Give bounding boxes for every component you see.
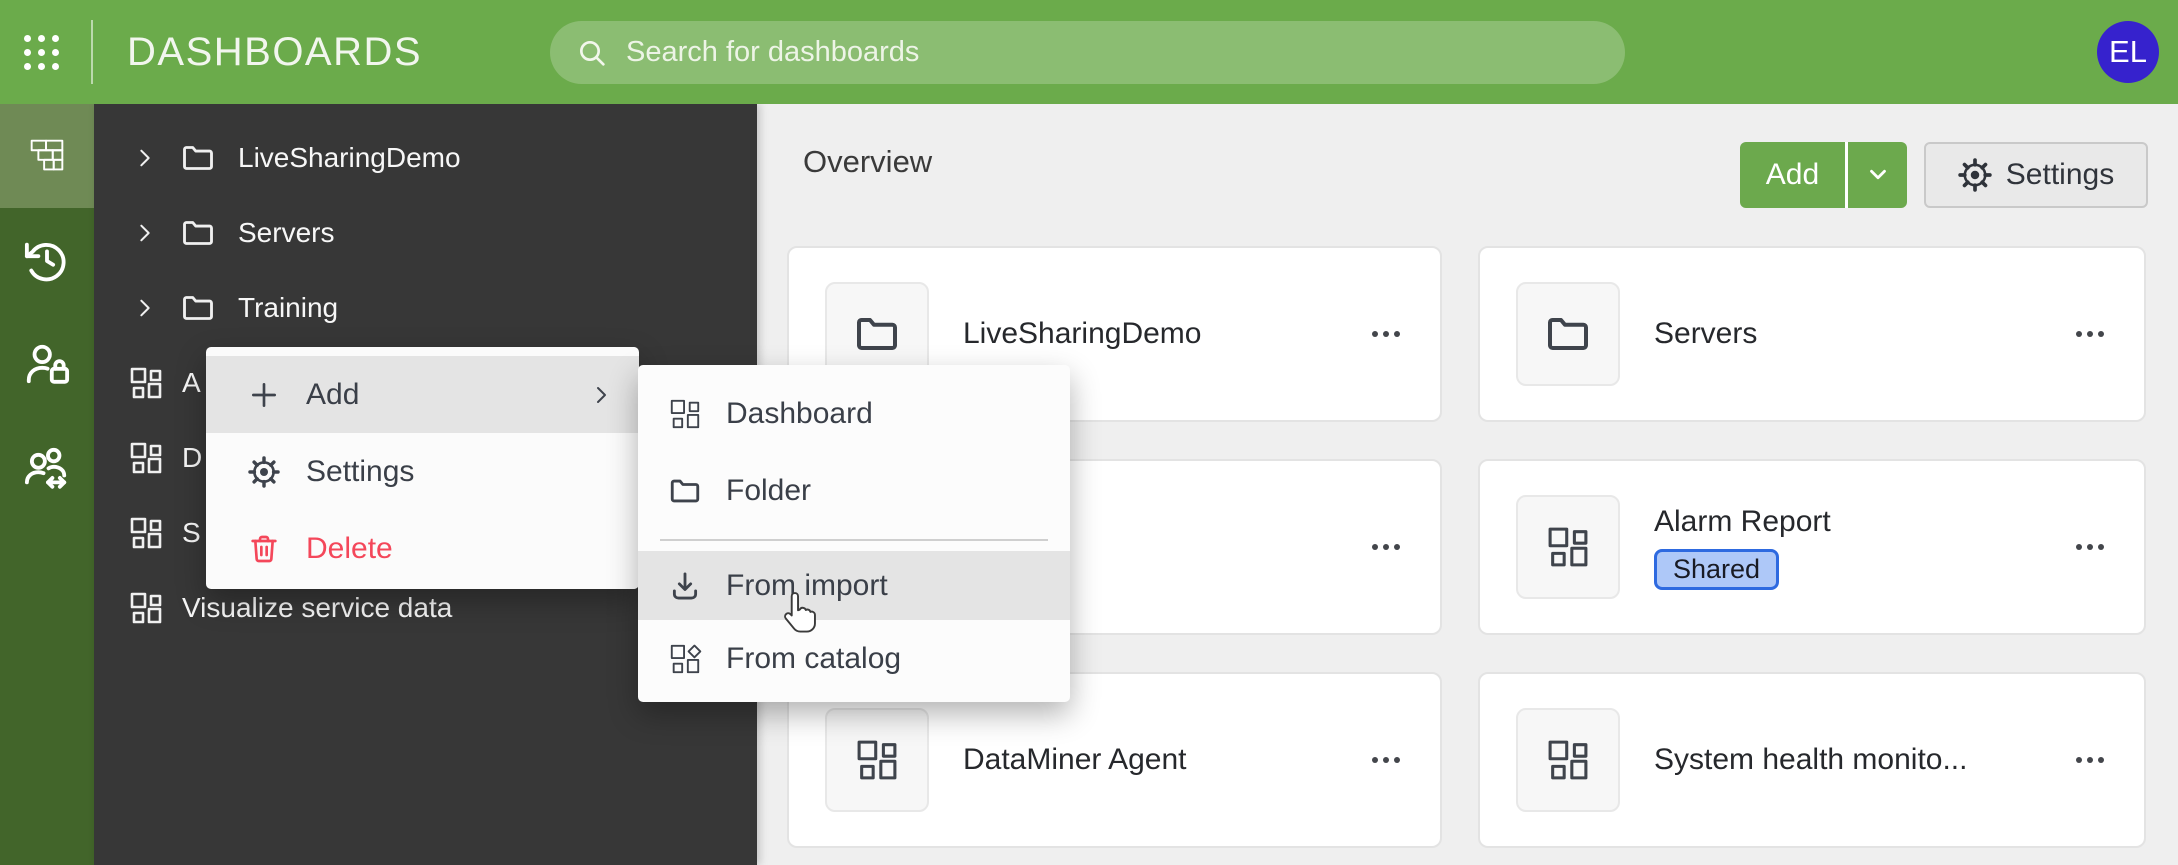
sidebar-dashboard-label: Visualize service data [182, 591, 453, 623]
folder-icon [668, 474, 702, 508]
topbar-divider [91, 20, 93, 84]
folder-icon [1548, 318, 1588, 350]
gear-icon [248, 455, 280, 488]
shared-badge: Shared [1654, 548, 1780, 590]
gear-icon [1958, 158, 1992, 192]
card-menu-button[interactable] [1372, 321, 1400, 347]
sidebar-folder-label: LiveSharingDemo [238, 141, 461, 173]
folder-icon [180, 290, 216, 326]
dashboard-grid-icon [128, 515, 164, 551]
sidebar-folder-label: Training [238, 291, 339, 323]
card-menu-button[interactable] [2076, 747, 2104, 773]
submenu-item-from-catalog[interactable]: From catalog [638, 620, 1070, 697]
app-launcher-waffle-icon[interactable] [24, 34, 59, 70]
dashboard-grid-icon [668, 397, 702, 431]
sidebar-dashboard-label: S [182, 516, 201, 548]
folder-icon [857, 318, 897, 350]
users-share-icon [24, 445, 70, 491]
dashboard-grid-icon [857, 740, 897, 780]
dashboard-grid-icon [1548, 527, 1588, 567]
dashboard-grid-icon [128, 440, 164, 476]
card-title: DataMiner Agent [963, 743, 1187, 776]
context-menu-item-delete[interactable]: Delete [206, 510, 639, 587]
menu-item-label: Settings [306, 454, 415, 488]
search-bar[interactable] [550, 21, 1625, 84]
submenu-item-dashboard[interactable]: Dashboard [638, 375, 1070, 452]
folder-icon [180, 215, 216, 251]
catalog-grid-icon [668, 642, 702, 676]
chevron-right-icon[interactable] [134, 297, 156, 319]
card-system-health[interactable]: System health monito... [1478, 672, 2146, 848]
menu-item-label: Delete [306, 531, 393, 565]
menu-item-label: From import [726, 568, 888, 602]
menu-item-label: Add [306, 377, 360, 411]
rail-item-user-permissions[interactable] [0, 312, 94, 416]
rail-item-live-sharing[interactable] [0, 416, 94, 520]
app-title: DASHBOARDS [127, 29, 423, 74]
submenu-chevron-right-icon [589, 383, 613, 407]
dashboard-grid-icon [128, 365, 164, 401]
plus-icon [248, 379, 280, 411]
card-title: System health monito... [1654, 743, 1968, 776]
folder-icon [180, 140, 216, 176]
settings-button-label: Settings [2005, 158, 2115, 191]
add-button[interactable]: Add [1740, 142, 1845, 208]
sidebar-folder-servers[interactable]: Servers [94, 195, 757, 270]
card-title: Servers [1654, 317, 1758, 350]
card-menu-button[interactable] [1372, 534, 1400, 560]
dashboards-tiles-icon [24, 133, 70, 179]
card-menu-button[interactable] [2076, 534, 2104, 560]
context-menu-item-add[interactable]: Add [206, 356, 639, 433]
icon-rail [0, 104, 94, 865]
sidebar-dashboard-label: D [182, 441, 203, 473]
trash-icon [248, 533, 280, 565]
sidebar-folder-training[interactable]: Training [94, 270, 757, 345]
card-menu-button[interactable] [1372, 747, 1400, 773]
top-bar: DASHBOARDS EL [0, 0, 2178, 104]
card-title: LiveSharingDemo [963, 317, 1202, 350]
submenu-item-from-import[interactable]: From import [638, 551, 1070, 620]
search-icon [576, 37, 608, 69]
dashboard-grid-icon [128, 590, 164, 626]
settings-button[interactable]: Settings [1924, 142, 2148, 208]
submenu-divider [638, 529, 1070, 551]
add-submenu: Dashboard Folder From import From catalo… [638, 365, 1070, 702]
menu-item-label: Folder [726, 473, 812, 507]
card-servers[interactable]: Servers [1478, 246, 2146, 422]
menu-item-label: Dashboard [726, 396, 873, 430]
rail-item-history[interactable] [0, 208, 94, 312]
sidebar-folder-livesharingdemo[interactable]: LiveSharingDemo [94, 120, 757, 195]
context-menu: Add Settings Delete [206, 347, 639, 589]
chevron-right-icon[interactable] [134, 222, 156, 244]
menu-item-label: From catalog [726, 641, 902, 675]
user-avatar[interactable]: EL [2097, 21, 2159, 83]
user-lock-icon [24, 341, 70, 387]
chevron-right-icon[interactable] [134, 147, 156, 169]
rail-item-dashboards[interactable] [0, 104, 94, 208]
dashboard-grid-icon [1548, 740, 1588, 780]
page-title: Overview [803, 144, 933, 179]
chevron-down-icon [1869, 169, 1886, 180]
add-dropdown-toggle[interactable] [1845, 142, 1907, 208]
sidebar-dashboard-label: A [182, 366, 201, 398]
card-thumbnail [1516, 495, 1620, 599]
card-thumbnail [1516, 282, 1620, 386]
card-menu-button[interactable] [2076, 321, 2104, 347]
sidebar-folder-label: Servers [238, 216, 335, 248]
history-icon [24, 237, 70, 283]
context-menu-item-settings[interactable]: Settings [206, 433, 639, 510]
card-alarm-report[interactable]: Alarm Report Shared [1478, 459, 2146, 635]
add-split-button[interactable]: Add [1740, 142, 1907, 208]
card-thumbnail [825, 708, 929, 812]
submenu-item-folder[interactable]: Folder [638, 452, 1070, 529]
download-import-icon [668, 569, 702, 603]
search-input[interactable] [626, 36, 1599, 69]
card-thumbnail [1516, 708, 1620, 812]
card-title: Alarm Report [1654, 504, 1831, 538]
